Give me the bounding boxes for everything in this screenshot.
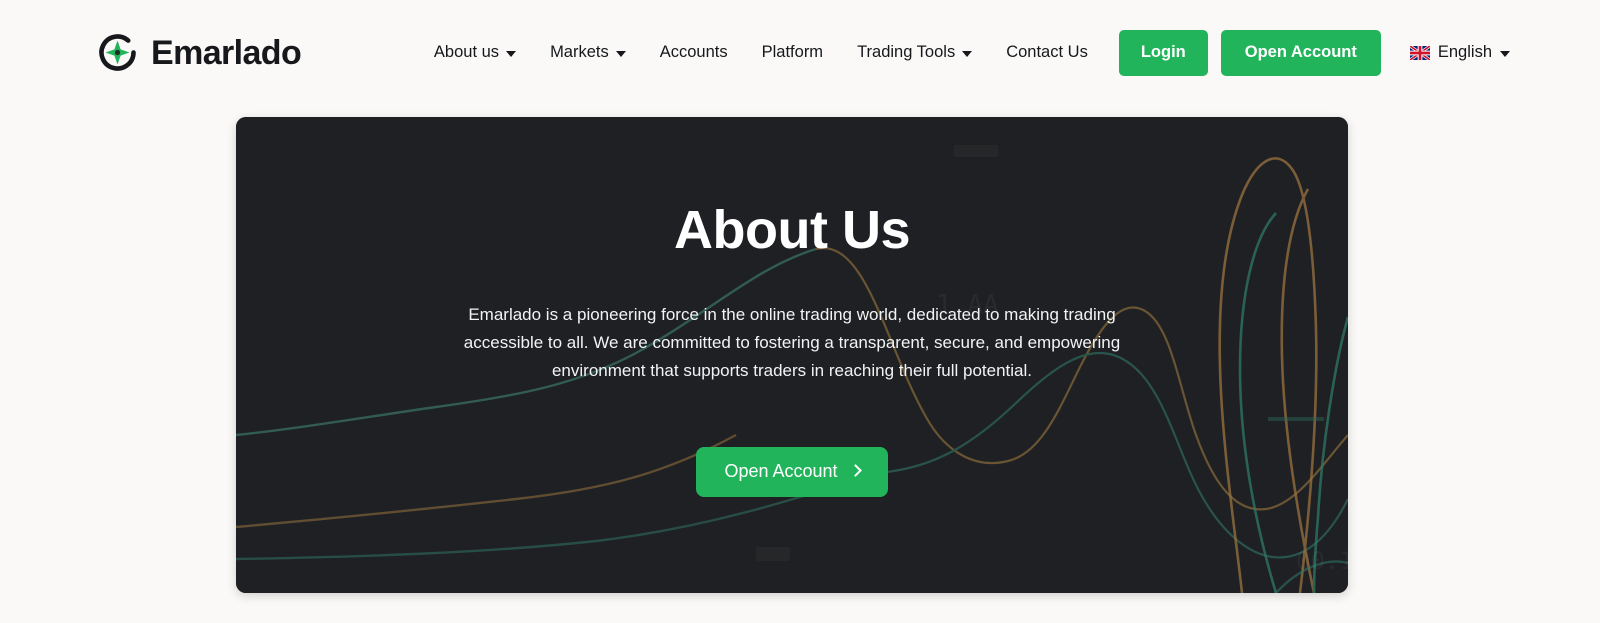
nav-item-contact-us[interactable]: Contact Us — [989, 44, 1105, 61]
site-header: Emarlado About us Markets Accounts Platf… — [0, 0, 1600, 105]
uk-flag-icon — [1409, 44, 1431, 61]
about-us-hero-card: 1.AA 0D.1 00.100 00.100 X.1010 About Us … — [236, 117, 1348, 593]
hero-description: Emarlado is a pioneering force in the on… — [463, 305, 1121, 380]
chevron-down-icon — [962, 50, 973, 57]
nav-item-label: About us — [433, 43, 500, 62]
page-title: About Us — [674, 200, 910, 260]
brand-logo[interactable]: Emarlado — [95, 30, 302, 75]
open-account-button-hero[interactable]: Open Account — [696, 446, 888, 497]
main-navigation: About us Markets Accounts Platform Tradi… — [417, 29, 1510, 76]
language-selector[interactable]: English — [1409, 43, 1510, 62]
nav-item-accounts[interactable]: Accounts — [643, 44, 745, 61]
nav-item-label: Trading Tools — [857, 43, 956, 62]
language-label: English — [1437, 43, 1492, 61]
nav-item-about-us[interactable]: About us — [417, 44, 533, 61]
chevron-down-icon — [506, 50, 517, 57]
nav-item-label: Contact Us — [1006, 43, 1088, 62]
nav-item-platform[interactable]: Platform — [745, 44, 840, 61]
open-account-button-label: Open Account — [724, 461, 838, 482]
chevron-right-icon — [848, 464, 862, 477]
nav-item-label: Markets — [550, 43, 609, 62]
open-account-button-header[interactable]: Open Account — [1220, 29, 1381, 76]
nav-item-label: Platform — [761, 43, 824, 62]
emarlado-circle-star-logo-icon — [95, 30, 140, 75]
chevron-down-icon — [615, 50, 626, 57]
chevron-down-icon — [1500, 50, 1510, 57]
nav-item-markets[interactable]: Markets — [533, 44, 643, 61]
main-content: 1.AA 0D.1 00.100 00.100 X.1010 About Us … — [0, 105, 1600, 593]
nav-item-trading-tools[interactable]: Trading Tools — [840, 44, 989, 61]
login-button[interactable]: Login — [1118, 29, 1208, 76]
hero-content: About Us Emarlado is a pioneering force … — [236, 117, 1348, 593]
nav-item-label: Accounts — [659, 43, 728, 62]
brand-name: Emarlado — [151, 33, 302, 72]
